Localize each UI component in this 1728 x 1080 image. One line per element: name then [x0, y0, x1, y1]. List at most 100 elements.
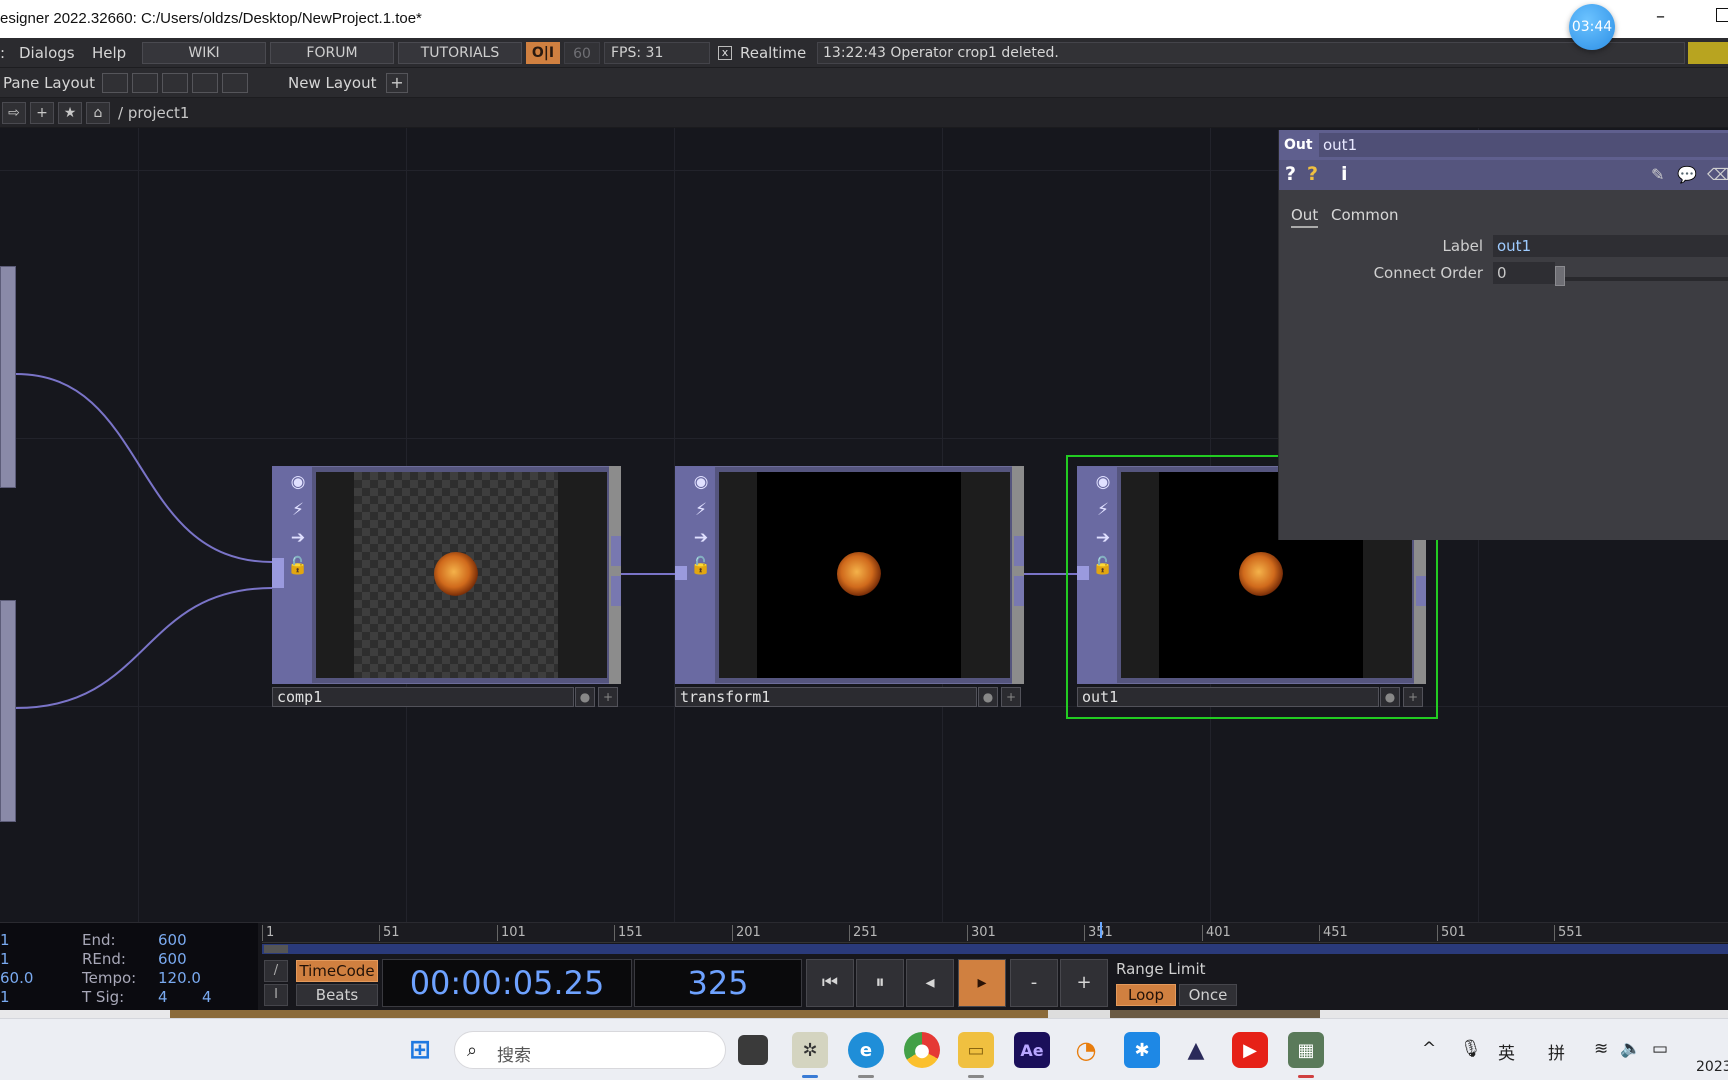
wifi-icon[interactable]: ≋	[1594, 1039, 1608, 1059]
blender-icon[interactable]: ◔	[1068, 1032, 1104, 1068]
viewer-icon[interactable]: ◉	[1091, 470, 1115, 494]
fps-target[interactable]: 60	[564, 42, 600, 64]
minimize-button[interactable]: –	[1656, 6, 1665, 27]
realtime-checkbox[interactable]: x	[718, 46, 732, 60]
edit-icon[interactable]: ✎	[1651, 165, 1664, 184]
rend-value[interactable]: 600	[158, 950, 187, 968]
forward-icon[interactable]: ⇨	[2, 102, 26, 124]
frame-display[interactable]: 325	[634, 959, 802, 1007]
play-forward-button[interactable]: ▸	[958, 959, 1006, 1007]
edge-icon[interactable]: e	[848, 1032, 884, 1068]
layout-split-h-icon[interactable]	[162, 73, 188, 93]
volume-icon[interactable]: 🔈	[1620, 1039, 1641, 1059]
new-layout-plus-button[interactable]: +	[386, 73, 408, 93]
tempo-value[interactable]: 120.0	[158, 969, 201, 987]
layout-three-icon[interactable]	[192, 73, 218, 93]
node-outlet[interactable]	[611, 536, 621, 566]
tab-common[interactable]: Common	[1331, 206, 1399, 224]
node-add-flag[interactable]: +	[1001, 687, 1021, 707]
layout-single-icon[interactable]	[102, 73, 128, 93]
connect-order-slider-knob[interactable]	[1555, 266, 1565, 286]
ime-english[interactable]: 英	[1498, 1039, 1515, 1064]
wiki-button[interactable]: WIKI	[142, 42, 266, 64]
comment-icon[interactable]: 💬	[1677, 165, 1697, 184]
menu-dialogs[interactable]: Dialogs	[19, 44, 75, 62]
update-chip[interactable]	[1688, 42, 1728, 64]
eraser-icon[interactable]: ⌫	[1707, 165, 1728, 184]
node-outlet-2[interactable]	[611, 576, 621, 606]
tutorials-button[interactable]: TUTORIALS	[398, 42, 522, 64]
viewer-icon[interactable]: ◉	[286, 470, 310, 494]
node-add-flag[interactable]: +	[598, 687, 618, 707]
network-path[interactable]: / project1	[118, 104, 189, 122]
export-icon[interactable]: ➔	[689, 526, 713, 550]
battery-icon[interactable]: ▭	[1652, 1039, 1668, 1059]
lock-icon[interactable]: 🔓	[689, 554, 713, 578]
skip-start-button[interactable]: ⏮	[806, 959, 854, 1007]
maximize-button[interactable]	[1716, 8, 1728, 22]
home-icon[interactable]: ⌂	[86, 102, 110, 124]
playhead-marker[interactable]	[1100, 922, 1102, 938]
after-effects-icon[interactable]: Ae	[1014, 1032, 1050, 1068]
node-inlet[interactable]	[272, 558, 284, 588]
taskbar-search[interactable]: ⌕ 搜索	[454, 1031, 726, 1069]
task-view-icon[interactable]	[738, 1035, 768, 1065]
perform-mode-button[interactable]: O|I	[526, 42, 560, 64]
tray-expand-icon[interactable]: ^	[1422, 1039, 1436, 1059]
layout-split-v-icon[interactable]	[132, 73, 158, 93]
lock-icon[interactable]: 🔓	[286, 554, 310, 578]
forum-button[interactable]: FORUM	[270, 42, 394, 64]
timecode-display[interactable]: 00:00:05.25	[382, 959, 632, 1007]
ime-pinyin[interactable]: 拼	[1548, 1039, 1565, 1064]
play-backward-button[interactable]: ◂	[906, 959, 954, 1007]
tab-out[interactable]: Out	[1291, 206, 1319, 228]
once-button[interactable]: Once	[1179, 984, 1237, 1006]
timeline-track[interactable]	[262, 944, 1728, 954]
node-display-flag[interactable]: ●	[978, 687, 998, 707]
photo-app-icon[interactable]: ▦	[1288, 1032, 1324, 1068]
end-value[interactable]: 600	[158, 931, 187, 949]
step-forward-button[interactable]: +	[1060, 959, 1108, 1007]
file-explorer-icon[interactable]: ▭	[958, 1032, 994, 1068]
cook-icon[interactable]: ⚡	[286, 498, 310, 522]
app-star-icon[interactable]: ✱	[1124, 1032, 1160, 1068]
node-outlet[interactable]	[1416, 576, 1426, 606]
export-icon[interactable]: ➔	[286, 526, 310, 550]
star-icon[interactable]: ★	[58, 102, 82, 124]
node-inlet[interactable]	[1077, 566, 1089, 580]
tsig-denominator[interactable]: 4	[202, 988, 212, 1006]
timecode-button[interactable]: TimeCode	[296, 960, 378, 982]
timeline-ruler[interactable]: 151101151201251301351401451501551	[262, 923, 1728, 943]
help-icon[interactable]: ?	[1285, 163, 1296, 185]
bar-toggle[interactable]: I	[264, 984, 288, 1006]
node-display-flag[interactable]: ●	[575, 687, 595, 707]
node-name[interactable]: transform1	[675, 687, 977, 707]
export-icon[interactable]: ➔	[1091, 526, 1115, 550]
op-name-field[interactable]: out1	[1319, 133, 1728, 157]
layout-quad-icon[interactable]	[222, 73, 248, 93]
node-outlet[interactable]	[1014, 536, 1024, 566]
lock-icon[interactable]: 🔓	[1091, 554, 1115, 578]
node-transform1[interactable]: ◉ ⚡ ➔ 🔓 transform1 ● +	[675, 466, 1024, 711]
new-layout-label[interactable]: New Layout	[288, 74, 376, 92]
pause-button[interactable]: ⏸	[856, 959, 904, 1007]
cook-icon[interactable]: ⚡	[1091, 498, 1115, 522]
info-icon[interactable]: i	[1341, 163, 1348, 185]
viewer-icon[interactable]: ◉	[689, 470, 713, 494]
python-help-icon[interactable]: ?	[1307, 163, 1318, 185]
clock[interactable]: 2023	[1696, 1059, 1728, 1075]
node-name[interactable]: out1	[1077, 687, 1379, 707]
cat-app-icon[interactable]: ▲	[1178, 1032, 1214, 1068]
menu-dots[interactable]: :	[0, 44, 5, 62]
tsig-numerator[interactable]: 4	[158, 988, 168, 1006]
node-outlet-2[interactable]	[1014, 576, 1024, 606]
slash-toggle[interactable]: /	[264, 960, 288, 982]
add-icon[interactable]: +	[30, 102, 54, 124]
touchdesigner-icon[interactable]: ✲	[792, 1032, 828, 1068]
start-icon[interactable]: ⊞	[402, 1032, 438, 1068]
connect-order-slider-track[interactable]	[1559, 277, 1728, 281]
chrome-icon[interactable]: ●	[904, 1032, 940, 1068]
menu-help[interactable]: Help	[92, 44, 126, 62]
beats-button[interactable]: Beats	[296, 984, 378, 1006]
cook-icon[interactable]: ⚡	[689, 498, 713, 522]
